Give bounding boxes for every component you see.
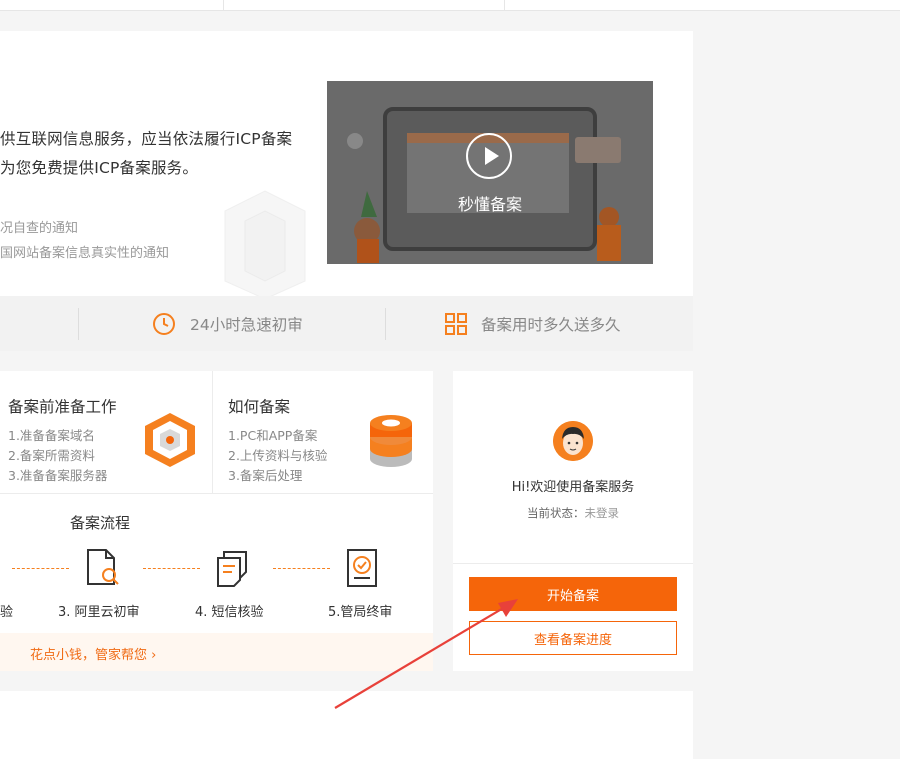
status-label: 当前状态： xyxy=(527,506,585,520)
document-search-icon xyxy=(87,549,119,585)
play-icon xyxy=(485,147,499,165)
message-verify-icon xyxy=(217,551,247,587)
start-filing-button[interactable]: 开始备案 xyxy=(469,577,677,611)
clock-icon xyxy=(153,313,175,335)
feature-fast-review: 24小时急速初审 xyxy=(152,312,303,336)
database-stack-icon xyxy=(370,415,412,467)
hero-description-line-1: 供互联网信息服务，应当依法履行ICP备案 xyxy=(0,130,293,148)
user-avatar-icon xyxy=(553,421,593,461)
feature-bar: 24小时急速初审 备案用时多久送多久 xyxy=(0,296,693,351)
notice-link-2[interactable]: 国网站备案信息真实性的通知 xyxy=(0,242,169,261)
feature-label: 备案用时多久送多久 xyxy=(481,316,621,334)
play-button[interactable] xyxy=(466,133,512,179)
approval-document-icon xyxy=(347,549,377,587)
howto-item: 2.上传资料与核验 xyxy=(228,448,328,463)
guide-panel: 备案前准备工作 1.准备备案域名 2.备案所需资料 3.准备备案服务器 如何备案… xyxy=(0,371,433,671)
avatar xyxy=(553,421,593,461)
panel-divider xyxy=(0,493,433,494)
status-value: 未登录 xyxy=(584,506,620,520)
managed-service-bar: 花点小钱，管家帮您 › xyxy=(0,633,433,671)
cube-icon xyxy=(145,413,195,467)
flow-connector xyxy=(273,568,330,569)
flow-connector xyxy=(143,568,200,569)
view-progress-button[interactable]: 查看备案进度 xyxy=(469,621,677,655)
building-illustration-icon xyxy=(224,190,306,300)
feature-divider xyxy=(385,308,386,340)
feature-divider xyxy=(78,308,79,340)
flow-connector xyxy=(12,568,69,569)
hero-banner: 供互联网信息服务，应当依法履行ICP备案 为您免费提供ICP备案服务。 况自查的… xyxy=(0,31,693,351)
howto-item: 1.PC和APP备案 xyxy=(228,428,318,443)
panel-divider xyxy=(453,563,693,564)
grid-icon xyxy=(445,313,467,335)
flow-step: 验 xyxy=(0,605,14,620)
video-title: 秒懂备案 xyxy=(457,195,522,214)
flow-step: 3. 阿里云初审 xyxy=(58,605,140,620)
flow-step: 5.管局终审 xyxy=(328,605,393,620)
panel-divider xyxy=(212,371,213,493)
flow-title: 备案流程 xyxy=(70,514,131,532)
nav-divider xyxy=(504,0,505,10)
prep-item: 3.准备备案服务器 xyxy=(8,468,108,483)
hero-description-line-2: 为您免费提供ICP备案服务。 xyxy=(0,159,199,177)
prep-item: 1.准备备案域名 xyxy=(8,428,95,443)
prep-item: 2.备案所需资料 xyxy=(8,448,95,463)
prep-card-title[interactable]: 备案前准备工作 xyxy=(8,395,117,417)
intro-video-player[interactable]: 秒懂备案 xyxy=(327,81,653,264)
feature-time-compensation: 备案用时多久送多久 xyxy=(445,312,621,336)
nav-divider xyxy=(223,0,224,10)
feature-label: 24小时急速初审 xyxy=(190,316,303,334)
howto-card-title[interactable]: 如何备案 xyxy=(228,395,290,417)
flow-step: 4. 短信核验 xyxy=(195,605,264,620)
user-panel: Hi!欢迎使用备案服务 当前状态：未登录 开始备案 查看备案进度 xyxy=(453,371,693,671)
welcome-text: Hi!欢迎使用备案服务 xyxy=(511,480,635,495)
top-nav-strip xyxy=(0,0,900,11)
notice-link-1[interactable]: 况自查的通知 xyxy=(0,217,78,236)
login-status: 当前状态：未登录 xyxy=(453,505,693,521)
managed-service-link[interactable]: 花点小钱，管家帮您 › xyxy=(30,644,156,663)
howto-item: 3.备案后处理 xyxy=(228,468,303,483)
content-card xyxy=(0,691,693,759)
